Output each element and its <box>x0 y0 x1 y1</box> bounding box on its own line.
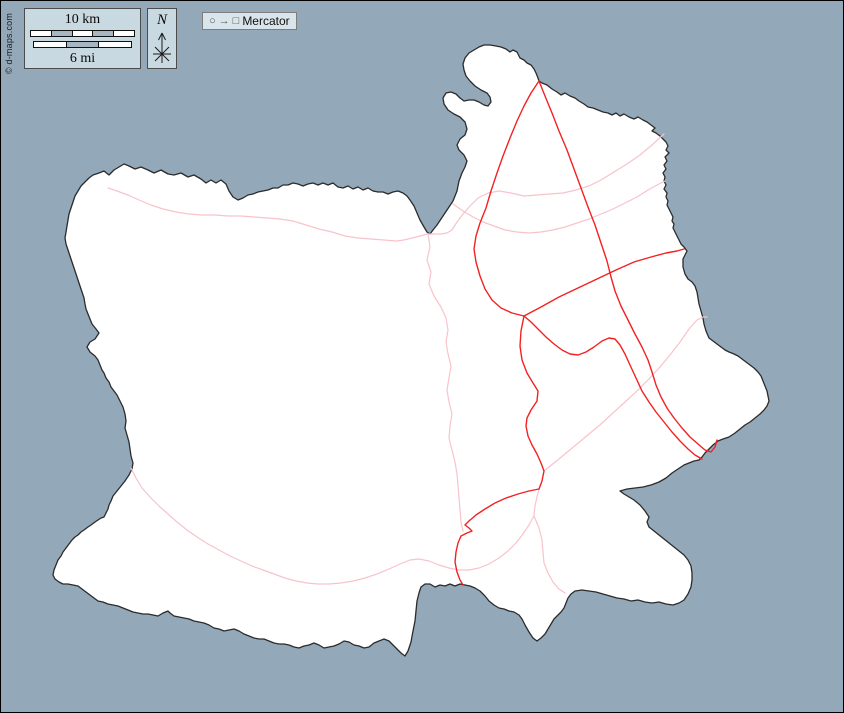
projection-panel: ○ → □ Mercator <box>202 12 297 30</box>
north-label: N <box>148 9 176 28</box>
scale-km-bar-segment <box>113 31 134 36</box>
scale-mi-bar-segment <box>34 42 66 47</box>
compass-arrow-icon <box>151 29 173 66</box>
scale-mi-bar-segment <box>66 42 99 47</box>
circle-icon: ○ <box>209 16 216 27</box>
map-canvas: 10 km 6 mi N ○ <box>0 0 844 713</box>
scale-mi-bar <box>33 41 132 48</box>
scale-km-bar-segment <box>72 31 93 36</box>
scale-km-bar <box>30 30 135 37</box>
square-icon: □ <box>233 16 240 27</box>
scale-bar-panel: 10 km 6 mi <box>24 8 141 69</box>
projection-label: Mercator <box>242 14 289 28</box>
scale-km-bar-segment <box>51 31 72 36</box>
scale-km-label: 10 km <box>25 9 140 27</box>
scale-mi-bar-segment <box>98 42 131 47</box>
north-arrow-panel: N <box>147 8 177 69</box>
scale-km-bar-segment <box>31 31 51 36</box>
arrow-right-icon: → <box>219 16 230 27</box>
scale-mi-label: 6 mi <box>25 48 140 66</box>
scale-km-bar-segment <box>92 31 113 36</box>
copyright-text: © d-maps.com <box>4 13 14 74</box>
map-image <box>1 1 843 712</box>
